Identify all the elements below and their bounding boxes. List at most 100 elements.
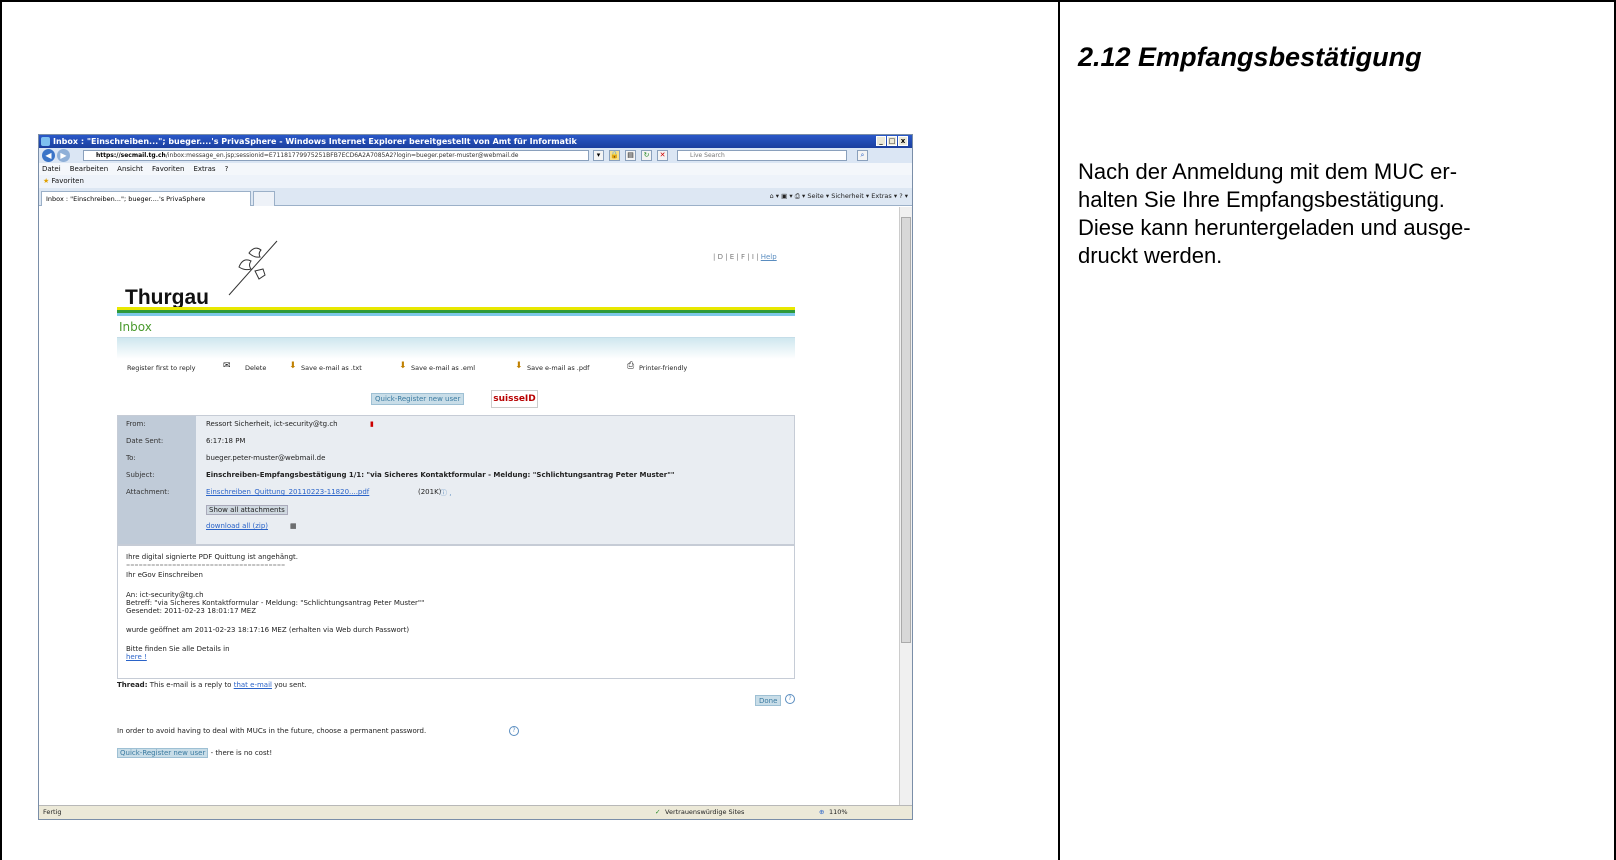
body-line: Ihr eGov Einschreiben xyxy=(126,571,203,579)
page-content: | D | E | F | I | Help Thurgau Inbox Reg… xyxy=(39,207,900,807)
body-line: Ihre digital signierte PDF Quittung ist … xyxy=(126,553,299,561)
save-txt-button[interactable]: Save e-mail as .txt xyxy=(301,364,362,372)
save-icon[interactable]: ⬇ xyxy=(399,361,407,371)
zoom-level[interactable]: 110% xyxy=(829,806,848,819)
delete-button[interactable]: Delete xyxy=(245,364,266,372)
stop-icon[interactable]: ✕ xyxy=(657,150,668,161)
ie-icon xyxy=(41,137,50,146)
check-icon: ✓ xyxy=(655,808,661,816)
favorites-button[interactable]: Favoriten xyxy=(52,177,84,185)
body-line: wurde geöffnet am 2011-02-23 18:17:16 ME… xyxy=(126,626,410,634)
star-icon[interactable]: ★ xyxy=(43,177,49,185)
header-label-column xyxy=(118,416,196,544)
scrollbar-thumb[interactable] xyxy=(901,217,911,643)
dropdown-icon[interactable]: ▾ xyxy=(593,150,604,161)
menu-favoriten[interactable]: Favoriten xyxy=(152,163,184,175)
attachment-size: (201K) xyxy=(418,488,442,496)
feeds-icon[interactable]: ▣ ▾ xyxy=(781,192,792,200)
header-band xyxy=(117,337,795,359)
to-value: bueger.peter-muster@webmail.de xyxy=(206,454,326,462)
body-line: Betreff: "via Sicheres Kontaktformular -… xyxy=(126,599,425,607)
body-line: Bitte finden Sie alle Details in xyxy=(126,645,230,653)
save-icon[interactable]: ⬇ xyxy=(289,361,297,371)
paragraph-line: Diese kann heruntergeladen und ausge- xyxy=(1078,215,1471,240)
save-eml-button[interactable]: Save e-mail as .eml xyxy=(411,364,475,372)
close-icon[interactable]: x xyxy=(898,136,908,146)
inbox-title: Inbox xyxy=(119,320,152,334)
status-bar: Fertig ✓ Vertrauenswürdige Sites ⊕ 110% xyxy=(39,805,912,819)
forward-icon[interactable]: ▶ xyxy=(57,149,70,162)
new-tab-button[interactable] xyxy=(253,191,275,206)
search-icon[interactable]: ⌕ xyxy=(857,150,868,161)
favorites-bar: ★ Favoriten xyxy=(39,175,912,188)
status-zone: Vertrauenswürdige Sites xyxy=(665,808,745,816)
from-label: From: xyxy=(126,420,146,428)
help-icon[interactable]: ? xyxy=(509,726,519,736)
done-button[interactable]: Done xyxy=(755,695,782,706)
menu-help[interactable]: ? xyxy=(225,163,229,175)
home-icon[interactable]: ⌂ ▾ xyxy=(770,192,779,200)
download-zip-icon[interactable]: ▦ xyxy=(290,522,297,530)
download-all-link[interactable]: download all (zip) xyxy=(206,522,268,530)
search-input[interactable]: Live Search xyxy=(677,150,847,161)
refresh-icon[interactable]: ↻ xyxy=(641,150,652,161)
to-label: To: xyxy=(126,454,136,462)
paragraph-line: Nach der Anmeldung mit dem MUC er- xyxy=(1078,159,1458,184)
thread-link[interactable]: that e-mail xyxy=(234,681,272,689)
paragraph-line: halten Sie Ihre Empfangsbestätigung. xyxy=(1078,187,1445,212)
password-hint: In order to avoid having to deal with MU… xyxy=(117,727,426,735)
print-icon[interactable]: ⎙ ▾ xyxy=(795,192,806,200)
browser-screenshot: Inbox : "Einschreiben..."; bueger....'s … xyxy=(38,134,913,820)
tab-inbox[interactable]: Inbox : "Einschreiben..."; bueger....'s … xyxy=(41,191,251,206)
quick-register-button[interactable]: Quick-Register new user xyxy=(371,393,465,405)
menu-datei[interactable]: Datei xyxy=(42,163,61,175)
address-row: ◀ ▶ https://secmail.tg.ch/inbox:message_… xyxy=(39,148,912,163)
minimize-icon[interactable]: _ xyxy=(876,136,886,146)
attachment-link[interactable]: Einschreiben_Quittung_20110223-11820....… xyxy=(206,488,369,496)
body-separator: ====================================== xyxy=(126,563,286,569)
show-all-attachments-button[interactable]: Show all attachments xyxy=(206,505,288,515)
printer-friendly-button[interactable]: Printer-friendly xyxy=(639,364,687,372)
command-items[interactable]: Seite ▾ Sicherheit ▾ Extras ▾ xyxy=(807,192,897,200)
lock-icon[interactable]: 🔒 xyxy=(609,150,620,161)
thurgau-crest-icon xyxy=(228,240,278,296)
from-value: Ressort Sicherheit, ict-security@tg.ch xyxy=(206,420,338,428)
help-icon[interactable]: ? ▾ xyxy=(899,192,908,200)
menu-bar: Datei Bearbeiten Ansicht Favoriten Extra… xyxy=(39,163,912,175)
info-icon[interactable]: ⓘ , xyxy=(440,488,451,498)
vertical-scrollbar[interactable] xyxy=(899,207,912,807)
quick-register-button[interactable]: Quick-Register new user xyxy=(117,748,209,758)
save-pdf-button[interactable]: Save e-mail as .pdf xyxy=(527,364,589,372)
address-bar[interactable]: https://secmail.tg.ch/inbox:message_en.j… xyxy=(83,150,589,161)
menu-ansicht[interactable]: Ansicht xyxy=(117,163,143,175)
thread-info: Thread: This e-mail is a reply to that e… xyxy=(117,681,307,689)
mail-headers: From: Ressort Sicherheit, ict-security@tg… xyxy=(117,415,795,545)
command-bar: ⌂ ▾ ▣ ▾ ⎙ ▾ Seite ▾ Sicherheit ▾ Extras … xyxy=(770,192,908,201)
menu-bearbeiten[interactable]: Bearbeiten xyxy=(70,163,108,175)
back-icon[interactable]: ◀ xyxy=(42,149,55,162)
thread-text: This e-mail is a reply to xyxy=(149,681,232,689)
body-line: Gesendet: 2011-02-23 18:01:17 MEZ xyxy=(126,607,257,615)
language-list[interactable]: | D | E | F | I | xyxy=(713,253,759,261)
save-icon[interactable]: ⬇ xyxy=(515,361,523,371)
status-text: Fertig xyxy=(43,808,62,816)
help-icon[interactable]: ? xyxy=(785,694,795,704)
menu-extras[interactable]: Extras xyxy=(193,163,215,175)
logo-stripes xyxy=(117,307,795,316)
delete-icon[interactable]: ✉ xyxy=(223,361,231,371)
section-paragraph: Nach der Anmeldung mit dem MUC er- halte… xyxy=(1078,158,1598,270)
suisseid-logo[interactable]: suisseID xyxy=(491,390,538,408)
contact-card-icon[interactable]: ▮ xyxy=(370,420,374,428)
here-link[interactable]: here ! xyxy=(126,653,147,661)
mail-body: Ihre digital signierte PDF Quittung ist … xyxy=(117,545,795,679)
no-cost-text: - there is no cost! xyxy=(210,749,273,757)
password-hint-text: In order to avoid having to deal with MU… xyxy=(117,727,427,735)
help-link[interactable]: Help xyxy=(761,253,777,261)
compat-icon[interactable]: ▤ xyxy=(625,150,636,161)
subject-label: Subject: xyxy=(126,471,155,479)
zoom-icon[interactable]: ⊕ xyxy=(819,806,824,819)
maximize-icon[interactable]: □ xyxy=(887,136,897,146)
register-to-reply[interactable]: Register first to reply xyxy=(127,364,196,372)
subject-value: Einschreiben-Empfangsbestätigung 1/1: "v… xyxy=(206,471,675,479)
printer-icon[interactable]: ⎙ xyxy=(627,361,634,371)
